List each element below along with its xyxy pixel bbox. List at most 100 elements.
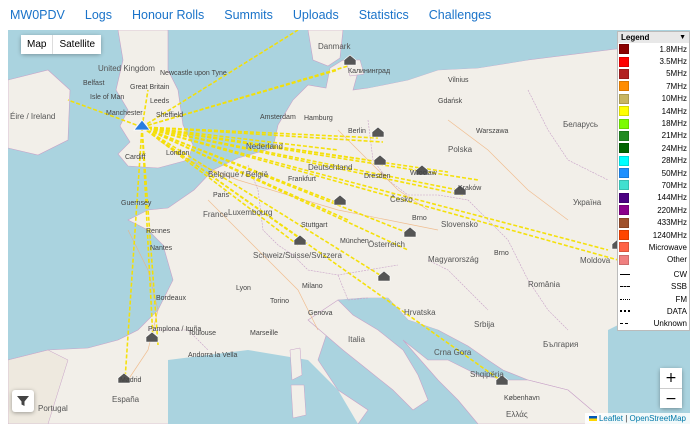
legend-band-row[interactable]: 433MHz (618, 216, 689, 228)
legend-mode-row[interactable]: Unknown (618, 318, 689, 330)
nav-challenges[interactable]: Challenges (429, 8, 492, 22)
map-label-kaliningrad: Vilnius (448, 77, 469, 84)
map-label-moldova: Moldova (580, 256, 611, 265)
map-button[interactable]: Map (21, 35, 53, 54)
map-label-torino: Torino (270, 298, 290, 305)
legend-band-row[interactable]: 50MHz (618, 167, 689, 179)
map-label-hamburg: Hamburg (304, 115, 333, 122)
map-label-marseille: Marseille (250, 330, 279, 337)
map-label-groningen: Amsterdam (260, 114, 296, 121)
legend-band-swatch (619, 130, 629, 141)
legend-mode-row[interactable]: FM (618, 293, 689, 305)
legend-band-label: 10MHz (661, 94, 687, 104)
legend-band-row[interactable]: 24MHz (618, 142, 689, 154)
legend-title: Legend (621, 33, 650, 42)
map-label-kobenhavn: Калининград (348, 68, 391, 75)
map-label-belfast: Belfast (83, 80, 105, 87)
zoom-out-button[interactable]: − (660, 388, 682, 408)
map-label-leeds: Leeds (150, 98, 170, 105)
legend-band-swatch (619, 205, 629, 216)
legend-band-label: 7MHz (666, 81, 687, 91)
legend-band-row[interactable]: 7MHz (618, 80, 689, 92)
legend-mode-label: DATA (666, 306, 687, 316)
map-label-pamplona: Pamplona / Iruña (148, 326, 202, 333)
legend-band-swatch (619, 254, 629, 265)
map-label-wroclaw: Wrocław (410, 170, 437, 177)
legend-band-swatch (619, 168, 629, 179)
legend-band-row[interactable]: 1.8MHz (618, 43, 689, 55)
legend-band-swatch (619, 192, 629, 203)
map-label-austria: Österreich (368, 240, 405, 249)
nav-logs[interactable]: Logs (85, 8, 112, 22)
map-label-greece: Ελλάς (506, 410, 528, 419)
map-label-isle-of-man: Isle of Man (90, 94, 125, 101)
legend-band-swatch (619, 68, 629, 79)
legend-band-label: 5MHz (666, 69, 687, 79)
nav-callsign[interactable]: MW0PDV (10, 8, 65, 22)
nav-uploads[interactable]: Uploads (293, 8, 339, 22)
map-label-ireland: Éire / Ireland (10, 112, 56, 121)
zoom-in-button[interactable]: + (660, 368, 682, 388)
chevron-down-icon[interactable]: ▼ (679, 34, 686, 41)
legend-mode-row[interactable]: CW (618, 268, 689, 280)
legend-band-label: 14MHz (661, 106, 687, 116)
map-label-berlin: Berlin (348, 128, 366, 135)
map-label-paris: Paris (213, 192, 229, 199)
map-label-hungary: Magyarország (428, 255, 479, 264)
map-label-poland: Polska (448, 145, 473, 154)
legend-band-row[interactable]: 220MHz (618, 204, 689, 216)
map-label-romania: România (528, 280, 561, 289)
nav-summits[interactable]: Summits (224, 8, 273, 22)
legend-mode-label: Unknown (653, 319, 687, 329)
map-label-bulgaria: България (543, 340, 579, 349)
legend-mode-line (620, 310, 630, 313)
legend-band-label: Microwave (648, 242, 687, 252)
osm-link[interactable]: OpenStreetMap (630, 414, 686, 423)
map-base (8, 30, 690, 424)
map-label-munich: München (340, 238, 369, 245)
map-label-andorra: Andorra la Vella (188, 352, 238, 359)
legend-band-row[interactable]: 14MHz (618, 105, 689, 117)
map-label-stuttgart: Stuttgart (301, 222, 328, 229)
map-label-luxembourg: Luxembourg (228, 208, 273, 217)
filter-button[interactable] (12, 390, 34, 412)
legend-band-row[interactable]: 144MHz (618, 192, 689, 204)
legend-band-row[interactable]: Microwave (618, 241, 689, 253)
legend-band-row[interactable]: 1240MHz (618, 229, 689, 241)
legend-band-row[interactable]: 21MHz (618, 130, 689, 142)
satellite-button[interactable]: Satellite (52, 35, 102, 54)
legend-band-row[interactable]: 28MHz (618, 155, 689, 167)
legend-band-swatch (619, 155, 629, 166)
map-label-dresden: Dresden (364, 173, 391, 180)
legend-mode-row[interactable]: SSB (618, 280, 689, 292)
legend-band-label: 144MHz (657, 193, 687, 203)
legend-band-label: 220MHz (657, 205, 687, 215)
legend-band-label: 70MHz (661, 180, 687, 190)
map-label-warszawa: Warszawa (476, 128, 509, 135)
legend-band-row[interactable]: 18MHz (618, 117, 689, 129)
legend-band-swatch (619, 93, 629, 104)
filter-icon (17, 396, 29, 406)
map-label-cardiff: Cardiff (125, 154, 146, 161)
legend-band-row[interactable]: Other (618, 254, 689, 266)
legend-band-swatch (619, 180, 629, 191)
map-label-milano: Milano (302, 283, 323, 290)
leaflet-link[interactable]: Leaflet (599, 414, 623, 423)
legend-band-label: 24MHz (661, 143, 687, 153)
nav-statistics[interactable]: Statistics (359, 8, 409, 22)
legend-band-row[interactable]: 10MHz (618, 93, 689, 105)
legend-band-row[interactable]: 3.5MHz (618, 55, 689, 67)
legend-band-label: 3.5MHz (659, 57, 687, 67)
map-view[interactable]: United Kingdom Éire / Ireland Danmark Ne… (8, 30, 690, 424)
map-attribution: Leaflet | OpenStreetMap (584, 413, 690, 424)
legend-mode-line (620, 298, 630, 300)
map-label-belgium: Belgique / België (208, 170, 269, 179)
legend-mode-row[interactable]: DATA (618, 305, 689, 317)
legend-band-label: 1.8MHz (659, 44, 687, 54)
legend-band-row[interactable]: 5MHz (618, 68, 689, 80)
legend-band-swatch (619, 143, 629, 154)
legend-header[interactable]: Legend ▼ (618, 32, 689, 43)
legend-band-row[interactable]: 70MHz (618, 179, 689, 191)
map-label-lyon: Lyon (236, 285, 251, 292)
nav-honour-rolls[interactable]: Honour Rolls (132, 8, 204, 22)
